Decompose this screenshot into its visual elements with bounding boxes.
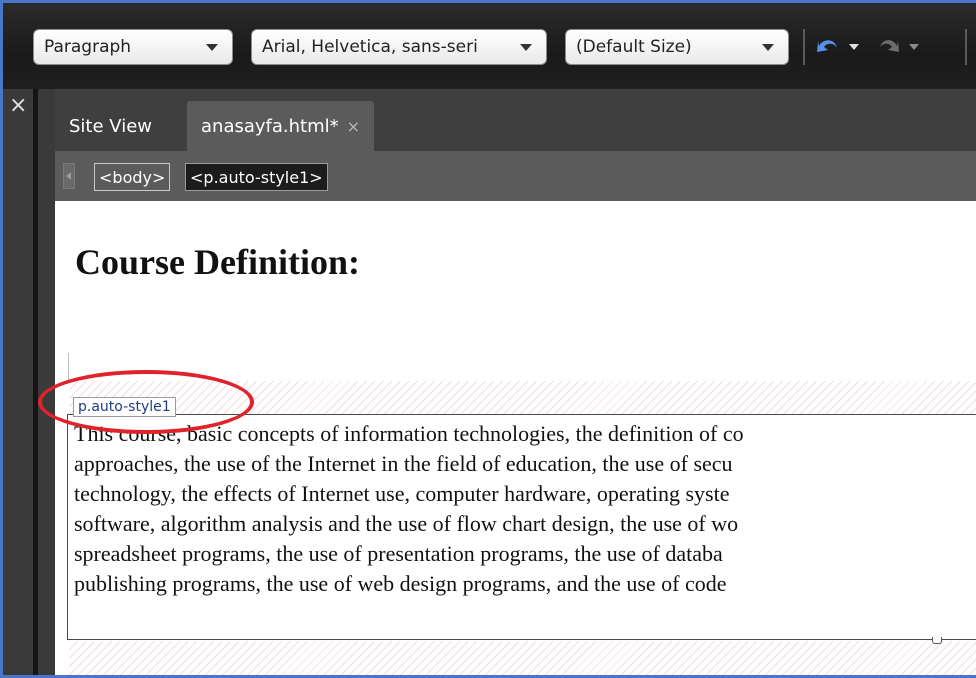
chevron-down-icon [762,43,774,51]
side-panel: × [3,89,55,678]
paragraph-line: This course, basic concepts of informati… [74,421,744,446]
design-view: Course Definition: This course, basic co… [55,201,976,678]
paragraph-line: publishing programs, the use of web desi… [74,571,727,596]
tab-anasayfa-html[interactable]: anasayfa.html* × [187,101,375,151]
toolbar-separator [965,29,967,65]
paragraph-text: This course, basic concepts of informati… [74,419,976,599]
paragraph-line: technology, the effects of Internet use,… [74,481,730,506]
tag-selector-paragraph[interactable]: <p.auto-style1> [185,163,328,191]
undo-button[interactable] [815,33,859,61]
font-size-value: (Default Size) [576,37,692,57]
chevron-down-icon [206,43,218,51]
formatting-toolbar: Paragraph Arial, Helvetica, sans-seri (D… [3,3,976,89]
page-heading[interactable]: Course Definition: [75,241,360,283]
redo-icon [880,40,899,52]
tag-selector-bar: <body> <p.auto-style1> [55,151,976,201]
resize-handle[interactable] [932,637,942,644]
font-family-value: Arial, Helvetica, sans-seri [262,37,478,57]
close-panel-icon[interactable]: × [9,93,27,119]
font-family-dropdown[interactable]: Arial, Helvetica, sans-seri [251,29,547,65]
paragraph-line: spreadsheet programs, the use of present… [74,541,723,566]
tab-label: Site View [69,115,152,137]
paragraph-line: approaches, the use of the Internet in t… [74,451,733,476]
scroll-left-icon[interactable] [63,163,75,189]
font-size-dropdown[interactable]: (Default Size) [565,29,789,65]
chevron-down-icon [520,43,532,51]
element-style-label[interactable]: p.auto-style1 [73,397,176,417]
tab-label: anasayfa.html* [201,115,339,137]
undo-dropdown-arrow-icon [849,44,859,50]
redo-button[interactable] [877,33,919,61]
undo-icon [817,40,837,52]
selected-paragraph[interactable]: This course, basic concepts of informati… [67,414,976,640]
tab-site-view[interactable]: Site View [55,101,166,151]
block-format-value: Paragraph [44,37,132,57]
toolbar-separator [803,29,805,65]
redo-dropdown-arrow-icon [909,44,919,50]
block-marker-line [68,353,69,383]
paragraph-line: software, algorithm analysis and the use… [74,511,739,536]
tag-selector-body[interactable]: <body> [94,163,171,191]
document-tabs: Site View anasayfa.html* × [55,89,976,151]
close-tab-icon[interactable]: × [347,117,360,136]
panel-splitter[interactable] [33,89,38,678]
margin-hatch-bottom [69,641,976,678]
block-format-dropdown[interactable]: Paragraph [33,29,233,65]
